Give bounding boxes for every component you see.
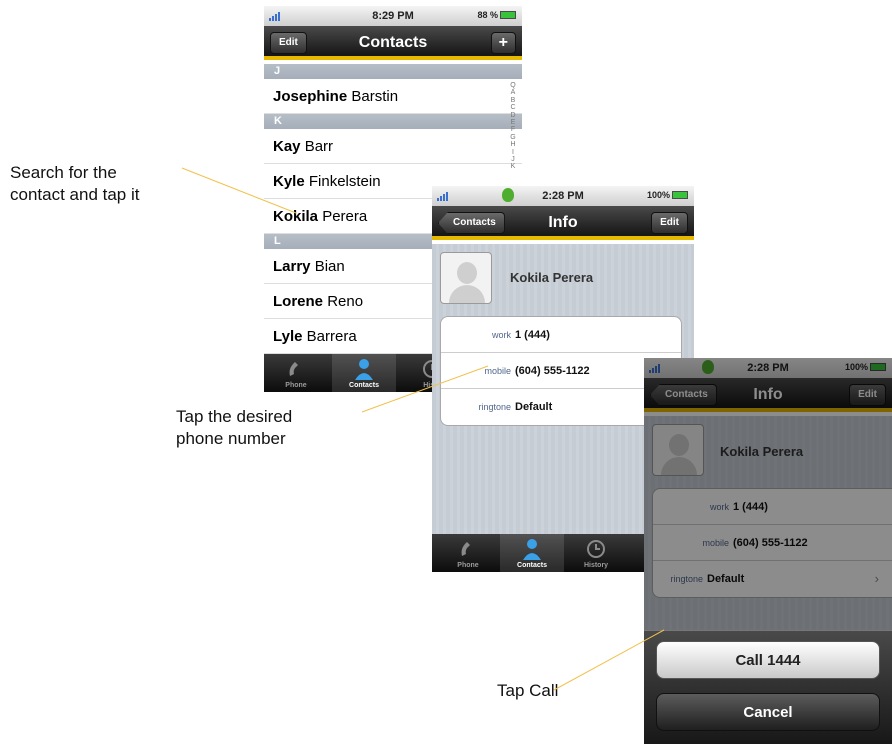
cancel-button[interactable]: Cancel (656, 693, 880, 731)
contact-first-name: Lyle (273, 328, 303, 345)
tab-history[interactable]: History (564, 534, 628, 572)
phone-icon (461, 542, 470, 556)
index-letter[interactable]: D (508, 112, 518, 119)
index-letter[interactable]: F (508, 126, 518, 133)
field-value: (604) 555-1122 (515, 365, 590, 377)
call-button[interactable]: Call 1444 (656, 641, 880, 679)
tab-contacts[interactable]: Contacts (500, 534, 564, 572)
contact-first-name: Lorene (273, 293, 324, 310)
clock-icon (587, 540, 605, 558)
status-bar: 8:29 PM 88 % (264, 6, 522, 26)
battery-percent: 88 % (477, 10, 498, 20)
annotation-line: Search for the (10, 163, 117, 182)
annotation-line: phone number (176, 429, 286, 448)
field-value: 1 (444) (515, 329, 550, 341)
index-letter[interactable]: H (508, 141, 518, 148)
index-letter[interactable]: E (508, 119, 518, 126)
call-sheet-screen: 2:28 PM 100% Contacts Info Edit Kokila P… (644, 358, 892, 744)
contact-last-name: Barr (304, 138, 334, 155)
alphabet-index[interactable]: QABCDEFGHIJK (508, 82, 518, 171)
field-label: mobile (484, 366, 511, 376)
person-icon (355, 359, 373, 380)
annotation-step3: Tap Call (497, 681, 559, 700)
field-value: Default (515, 401, 553, 413)
annotation-line: contact and tap it (10, 185, 140, 204)
index-letter[interactable]: Q (508, 82, 518, 89)
contact-row[interactable]: Josephine Barstin (264, 79, 522, 114)
battery-percent: 100% (646, 190, 670, 200)
battery-indicator: 100% (647, 190, 688, 200)
avatar (440, 252, 492, 304)
contact-first-name: Kyle (273, 173, 305, 190)
action-sheet: Call 1444 Cancel (644, 630, 892, 744)
index-letter[interactable]: K (508, 163, 518, 170)
tab-phone[interactable]: Phone (264, 354, 328, 392)
annotation-line: Tap the desired (176, 407, 293, 426)
status-bar: 2:28 PM 100% (432, 186, 694, 206)
contact-name: Kokila Perera (510, 270, 594, 285)
contact-row[interactable]: Kay Barr (264, 129, 522, 164)
add-contact-button[interactable]: + (490, 32, 516, 54)
contact-first-name: Kay (273, 138, 301, 155)
phone-icon (289, 362, 298, 376)
index-letter[interactable]: G (508, 134, 518, 141)
nav-bar: Contacts Info Edit (432, 206, 694, 240)
index-letter[interactable]: J (508, 156, 518, 163)
section-header-j: J (264, 64, 522, 79)
contact-last-name: Finkelstein (308, 173, 381, 190)
contact-first-name: Josephine (273, 88, 348, 105)
contact-last-name: Barrera (306, 328, 357, 345)
index-letter[interactable]: I (508, 149, 518, 156)
tab-label: Contacts (517, 562, 547, 569)
tab-label: History (583, 562, 609, 569)
contact-first-name: Larry (273, 258, 311, 275)
tab-phone[interactable]: Phone (436, 534, 500, 572)
annotation-step2: Tap the desired phone number (176, 406, 292, 450)
field-work[interactable]: work 1 (444) (441, 317, 681, 353)
annotation-step1: Search for the contact and tap it (10, 162, 139, 206)
contact-last-name: Reno (327, 293, 364, 310)
contact-last-name: Barstin (351, 88, 399, 105)
nav-bar: Edit Contacts + (264, 26, 522, 60)
tab-label: Phone (457, 562, 479, 569)
index-letter[interactable]: A (508, 89, 518, 96)
tab-contacts[interactable]: Contacts (332, 354, 396, 392)
contact-last-name: Bian (314, 258, 345, 275)
section-header-k: K (264, 114, 522, 129)
battery-icon (500, 11, 516, 19)
field-label: work (491, 330, 511, 340)
index-letter[interactable]: B (508, 97, 518, 104)
field-label: ringtone (478, 402, 511, 412)
battery-icon (672, 191, 688, 199)
tab-label: Contacts (349, 382, 379, 389)
battery-indicator: 88 % (477, 10, 516, 20)
contact-last-name: Perera (322, 208, 368, 225)
tab-label: Phone (285, 382, 307, 389)
index-letter[interactable]: C (508, 104, 518, 111)
page-title: Contacts (358, 34, 428, 51)
contact-first-name: Kokila (273, 208, 319, 225)
edit-button[interactable]: Edit (651, 212, 688, 234)
person-icon (523, 539, 541, 560)
